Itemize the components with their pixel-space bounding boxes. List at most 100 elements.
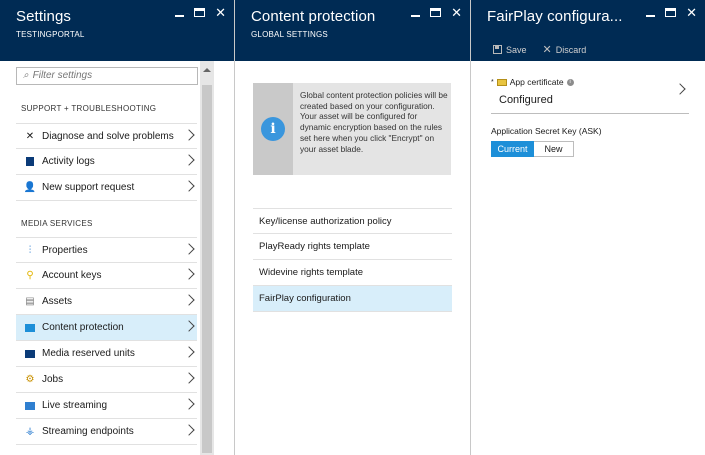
section-header-media: MEDIA SERVICES [21, 219, 93, 228]
menu-item-properties[interactable]: ⫶ Properties [16, 237, 197, 263]
minimize-button[interactable] [646, 6, 656, 20]
media-menu: ⫶ Properties ⚲ Account keys ▤ Assets Con… [16, 237, 197, 445]
support-menu: ✕ Diagnose and solve problems Activity l… [16, 123, 197, 201]
menu-item-live-streaming[interactable]: Live streaming [16, 393, 197, 419]
app-certificate-value: Configured [499, 94, 553, 106]
settings-blade-header: Settings TESTINGPORTAL ✕ [0, 0, 234, 61]
support-person-icon: 👤 [23, 182, 37, 193]
settings-body: ⌕ Filter settings SUPPORT + TROUBLESHOOT… [0, 61, 214, 455]
discard-icon: ✕ [542, 44, 552, 56]
menu-item-label: Live streaming [42, 400, 108, 411]
reserved-units-icon [24, 348, 36, 360]
settings-blade: Settings TESTINGPORTAL ✕ ⌕ Filter settin… [0, 0, 234, 455]
menu-item-label: New support request [42, 182, 135, 193]
list-item-key-license-policy[interactable]: Key/license authorization policy [253, 208, 452, 234]
close-button[interactable]: ✕ [215, 6, 226, 20]
content-protection-blade: Content protection GLOBAL SETTINGS ✕ i G… [235, 0, 470, 455]
chevron-right-icon [183, 320, 195, 332]
menu-item-media-reserved-units[interactable]: Media reserved units [16, 341, 197, 367]
menu-item-assets[interactable]: ▤ Assets [16, 289, 197, 315]
jobs-icon: ⚙ [25, 374, 35, 385]
menu-item-new-support-request[interactable]: 👤 New support request [16, 175, 197, 201]
list-item-playready-template[interactable]: PlayReady rights template [253, 234, 452, 260]
blade-subtitle: TESTINGPORTAL [16, 30, 85, 39]
menu-item-label: Properties [42, 244, 88, 256]
toggle-current[interactable]: Current [491, 141, 534, 157]
maximize-icon [430, 8, 442, 17]
activity-log-icon [24, 156, 36, 168]
toggle-new[interactable]: New [534, 141, 574, 157]
discard-button[interactable]: ✕ Discard [543, 43, 587, 56]
required-marker: * [491, 78, 494, 86]
scrollbar-thumb[interactable] [202, 85, 212, 453]
menu-item-label: Diagnose and solve problems [42, 130, 174, 142]
blade-subtitle: GLOBAL SETTINGS [251, 30, 328, 39]
content-protection-blade-header: Content protection GLOBAL SETTINGS ✕ [235, 0, 470, 61]
minimize-icon [411, 15, 421, 17]
scrollbar[interactable] [200, 61, 214, 455]
info-text: Global content protection policies will … [300, 90, 448, 154]
info-tooltip-icon[interactable]: i [566, 78, 574, 86]
properties-icon: ⫶ [28, 244, 32, 256]
maximize-icon [665, 8, 677, 17]
streaming-endpoints-icon: ⚶ [25, 426, 35, 437]
list-item-widevine-template[interactable]: Widevine rights template [253, 260, 452, 286]
list-item-fairplay-configuration[interactable]: FairPlay configuration [253, 286, 452, 312]
ask-label: Application Secret Key (ASK) [491, 126, 602, 136]
maximize-button[interactable] [194, 6, 206, 20]
chevron-right-icon [183, 424, 195, 436]
chevron-right-icon [183, 180, 195, 192]
close-button[interactable]: ✕ [451, 6, 462, 20]
menu-item-activity-logs[interactable]: Activity logs [16, 149, 197, 175]
assets-icon: ▤ [25, 296, 35, 307]
maximize-button[interactable] [430, 6, 442, 20]
chevron-right-icon [183, 346, 195, 358]
save-label: Save [506, 44, 527, 55]
discard-label: Discard [555, 44, 587, 55]
chevron-right-icon [183, 243, 195, 255]
menu-item-streaming-endpoints[interactable]: ⚶ Streaming endpoints [16, 419, 197, 445]
chevron-right-icon [183, 294, 195, 306]
filter-placeholder: Filter settings [32, 70, 93, 81]
app-certificate-label-row: * App certificate i [491, 77, 574, 87]
maximize-button[interactable] [665, 6, 677, 20]
menu-item-label: Content protection [42, 322, 124, 333]
command-bar: Save ✕ Discard [493, 43, 586, 56]
scroll-up-arrow-icon[interactable] [203, 68, 211, 72]
menu-item-label: Assets [42, 296, 73, 307]
key-icon: ⚲ [26, 270, 34, 281]
minimize-button[interactable] [411, 6, 421, 20]
menu-item-label: Activity logs [42, 156, 95, 167]
content-protection-list: Key/license authorization policy PlayRea… [253, 208, 452, 312]
menu-item-account-keys[interactable]: ⚲ Account keys [16, 263, 197, 289]
close-button[interactable]: ✕ [686, 6, 697, 20]
maximize-icon [194, 8, 206, 17]
chevron-right-icon [183, 154, 195, 166]
menu-item-label: Account keys [42, 270, 102, 281]
wrench-icon: ✕ [25, 130, 35, 142]
certificate-icon [496, 78, 507, 86]
search-icon: ⌕ [23, 70, 29, 81]
close-icon: ✕ [686, 5, 697, 20]
menu-item-content-protection[interactable]: Content protection [16, 315, 197, 341]
minimize-icon [175, 15, 185, 17]
app-certificate-label: App certificate [509, 77, 564, 87]
fairplay-blade: FairPlay configura... ✕ Save ✕ Discard *… [471, 0, 705, 455]
info-box: i Global content protection policies wil… [253, 83, 451, 175]
app-certificate-field[interactable]: * App certificate i Configured [491, 73, 689, 114]
ask-toggle: Current New [491, 141, 574, 157]
menu-item-jobs[interactable]: ⚙ Jobs [16, 367, 197, 393]
chevron-right-icon [674, 83, 686, 95]
info-icon-column: i [253, 83, 293, 175]
minimize-button[interactable] [175, 6, 185, 20]
live-streaming-icon [24, 400, 36, 412]
chevron-right-icon [183, 268, 195, 280]
chevron-right-icon [183, 129, 195, 141]
close-icon: ✕ [215, 5, 226, 20]
filter-settings-input[interactable]: ⌕ Filter settings [16, 67, 198, 85]
menu-item-label: Jobs [42, 374, 64, 385]
save-icon [493, 45, 502, 54]
save-button[interactable]: Save [493, 43, 527, 56]
close-icon: ✕ [451, 5, 462, 20]
menu-item-diagnose[interactable]: ✕ Diagnose and solve problems [16, 123, 197, 149]
